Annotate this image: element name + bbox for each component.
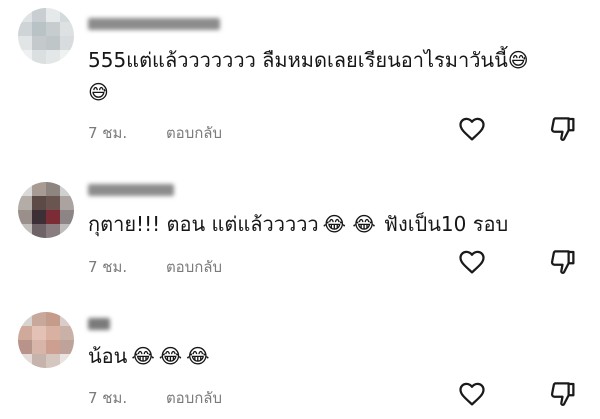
heart-icon[interactable] [457, 379, 487, 409]
sweat-smile-emoji: 😅 [507, 48, 529, 72]
comment-text: น้อน 😂😂😂 [88, 340, 213, 372]
reply-button[interactable]: ตอบกลับ [166, 255, 222, 279]
reply-button[interactable]: ตอบกลับ [166, 386, 222, 410]
avatar[interactable] [18, 8, 74, 64]
tears-of-joy-emoji: 😂 😂 [322, 212, 376, 236]
comment-text-line2: 😅 [88, 76, 109, 108]
username-redacted[interactable] [88, 184, 174, 196]
username-redacted[interactable] [88, 318, 110, 330]
comment-meta: 7 ชม. ตอบกลับ [88, 255, 222, 279]
comment-text: กุตาย!!! ตอน แต่แล้ววววว 😂 😂 ฟังเป็น10 รอบ [88, 208, 508, 240]
heart-icon[interactable] [457, 247, 487, 277]
comment-text-suffix: ฟังเป็น10 รอบ [383, 212, 509, 236]
comment-text-body: น้อน [88, 344, 128, 368]
sweat-smile-emoji: 😅 [88, 80, 109, 104]
comment-text-line1: 555แต่แล้ววววววว ลืมหมดเลยเรียนอาไรมาวัน… [88, 48, 508, 72]
comment-time: 7 ชม. [88, 258, 128, 276]
comment-meta: 7 ชม. ตอบกลับ [88, 121, 222, 145]
thumbs-down-icon[interactable] [548, 247, 578, 277]
avatar[interactable] [18, 312, 74, 368]
comment-item: 555แต่แล้ววววววว ลืมหมดเลยเรียนอาไรมาวัน… [0, 0, 600, 150]
comment-time: 7 ชม. [88, 124, 128, 142]
comment-item: กุตาย!!! ตอน แต่แล้ววววว 😂 😂 ฟังเป็น10 รอบ… [0, 150, 600, 290]
comment-item: น้อน 😂😂😂 7 ชม. ตอบกลับ [0, 290, 600, 419]
thumbs-down-icon[interactable] [548, 379, 578, 409]
tears-of-joy-emoji: 😂😂😂 [131, 344, 214, 368]
comment-text-prefix: กุตาย!!! ตอน แต่แล้ววววว [88, 212, 319, 236]
comment-time: 7 ชม. [88, 389, 128, 407]
heart-icon[interactable] [457, 114, 487, 144]
reply-button[interactable]: ตอบกลับ [166, 121, 222, 145]
username-redacted[interactable] [88, 18, 220, 30]
avatar[interactable] [18, 182, 74, 238]
comment-meta: 7 ชม. ตอบกลับ [88, 386, 222, 410]
comment-text: 555แต่แล้ววววววว ลืมหมดเลยเรียนอาไรมาวัน… [88, 44, 529, 76]
thumbs-down-icon[interactable] [548, 114, 578, 144]
